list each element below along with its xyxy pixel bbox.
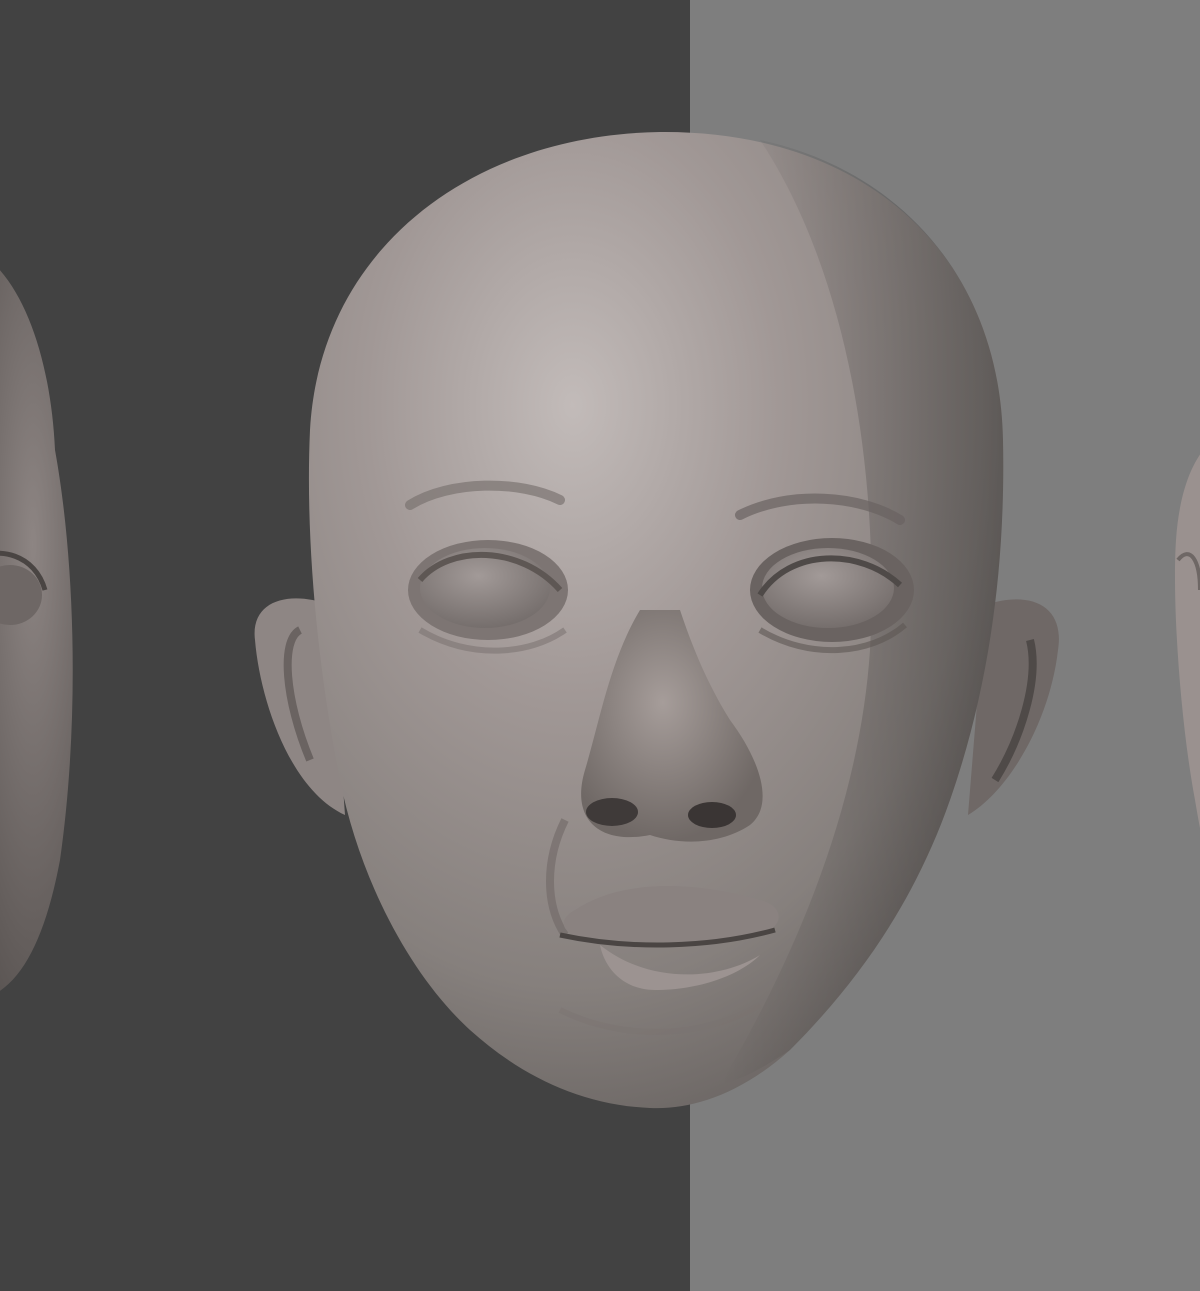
render-scene (0, 131, 1200, 1109)
right-nostril (688, 802, 736, 828)
side-head-left (0, 270, 73, 991)
left-eye (420, 548, 550, 628)
main-head (254, 131, 1059, 1109)
left-nostril (586, 798, 638, 826)
side-head-right (1174, 454, 1200, 829)
